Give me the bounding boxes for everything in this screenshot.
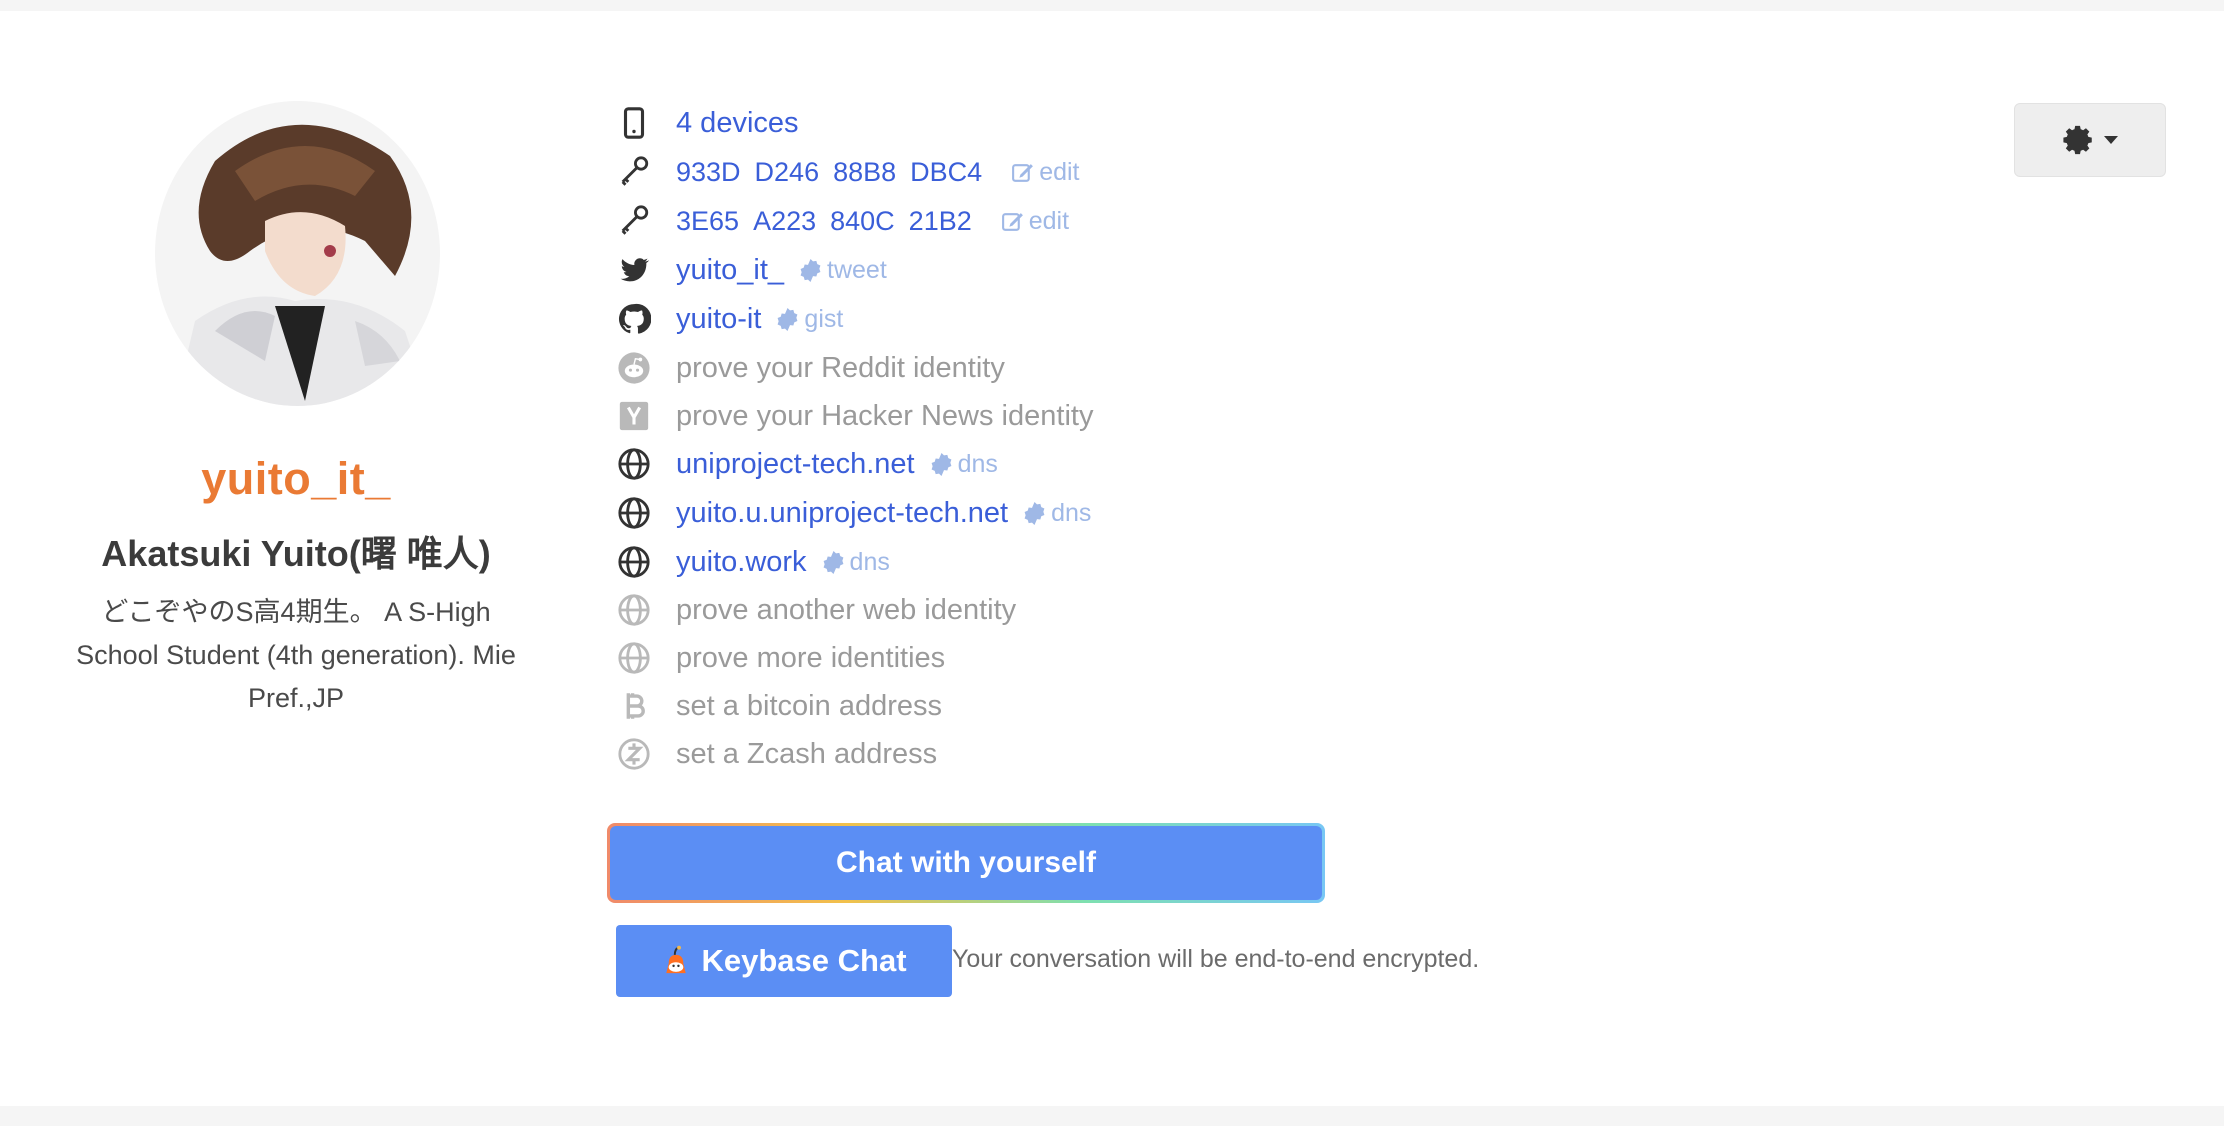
key-segment[interactable]: DBC4: [910, 157, 982, 188]
phone-icon: [614, 103, 654, 143]
dns-proof-link[interactable]: dns: [1022, 499, 1091, 528]
set-bitcoin-link[interactable]: set a bitcoin address: [676, 690, 942, 723]
chat-with-yourself-button[interactable]: Chat with yourself: [607, 823, 1325, 903]
proof-label: tweet: [827, 255, 887, 284]
dns-proof-link[interactable]: dns: [821, 548, 890, 577]
edit-icon: [1001, 212, 1023, 231]
keybase-chat-button[interactable]: Keybase Chat: [616, 925, 952, 997]
web-row: yuito.u.uniproject-tech.net dns: [614, 493, 1091, 533]
verified-badge-icon: [778, 307, 798, 331]
key-segment[interactable]: 21B2: [909, 206, 972, 237]
full-name: Akatsuki Yuito(曙 唯人): [101, 533, 491, 574]
reddit-row: prove your Reddit identity: [614, 348, 1005, 388]
twitter-row: yuito_it_ tweet: [614, 250, 887, 290]
github-handle-link[interactable]: yuito-it: [676, 303, 761, 336]
devices-row: 4 devices: [614, 103, 799, 143]
github-row: yuito-it gist: [614, 299, 843, 339]
hackernews-icon: [614, 396, 654, 436]
globe-icon: [614, 638, 654, 678]
zcash-row: set a Zcash address: [614, 734, 937, 774]
zcash-icon: [614, 734, 654, 774]
twitter-icon: [614, 250, 654, 290]
key-segment[interactable]: A223: [753, 206, 816, 237]
avatar: [155, 101, 440, 406]
proof-label: dns: [849, 547, 890, 576]
settings-dropdown-button[interactable]: [2014, 103, 2166, 177]
reddit-icon: [614, 348, 654, 388]
proof-label: dns: [957, 449, 998, 478]
web-domain-link[interactable]: yuito.u.uniproject-tech.net: [676, 497, 1008, 530]
proof-label: dns: [1051, 498, 1092, 527]
tweet-proof-link[interactable]: tweet: [798, 256, 887, 285]
keybase-logo-icon: [666, 945, 687, 974]
chevron-down-icon: [2104, 136, 2118, 144]
encryption-note: Your conversation will be end-to-end enc…: [952, 945, 1480, 973]
github-icon: [614, 299, 654, 339]
twitter-handle-link[interactable]: yuito_it_: [676, 254, 784, 287]
bitcoin-row: set a bitcoin address: [614, 686, 942, 726]
gear-icon: [2063, 125, 2092, 155]
prove-more-link[interactable]: prove more identities: [676, 642, 945, 675]
prove-reddit-link[interactable]: prove your Reddit identity: [676, 352, 1005, 385]
key-segment[interactable]: 3E65: [676, 206, 739, 237]
another-web-row: prove another web identity: [614, 590, 1016, 630]
key-segment[interactable]: 933D: [676, 157, 741, 188]
web-domain-link[interactable]: yuito.work: [676, 546, 807, 579]
hackernews-row: prove your Hacker News identity: [614, 396, 1093, 436]
key-icon: [614, 152, 654, 192]
web-row: yuito.work dns: [614, 542, 890, 582]
pgp-key-row: 933D D246 88B8 DBC4 edit: [614, 152, 1080, 192]
prove-hackernews-link[interactable]: prove your Hacker News identity: [676, 400, 1093, 433]
chat-with-yourself-label: Chat with yourself: [610, 826, 1322, 900]
bitcoin-icon: [614, 686, 654, 726]
keybase-chat-label: Keybase Chat: [701, 943, 907, 978]
edit-key-button[interactable]: edit: [1010, 157, 1080, 187]
verified-badge-icon: [800, 258, 821, 282]
verified-badge-icon: [1024, 501, 1045, 525]
edit-icon: [1012, 163, 1034, 182]
gist-proof-link[interactable]: gist: [775, 305, 843, 334]
web-domain-link[interactable]: uniproject-tech.net: [676, 448, 915, 481]
verified-badge-icon: [931, 452, 951, 476]
globe-icon: [614, 444, 654, 484]
key-segment[interactable]: D246: [755, 157, 820, 188]
key-segment[interactable]: 840C: [830, 206, 895, 237]
globe-icon: [614, 493, 654, 533]
more-identities-row: prove more identities: [614, 638, 945, 678]
web-row: uniproject-tech.net dns: [614, 444, 998, 484]
globe-icon: [614, 590, 654, 630]
prove-another-web-link[interactable]: prove another web identity: [676, 594, 1016, 627]
profile-card: yuito_it_ Akatsuki Yuito(曙 唯人) どこぞやのS高4期…: [0, 11, 2224, 1106]
devices-link[interactable]: 4 devices: [676, 107, 799, 140]
edit-key-button[interactable]: edit: [1000, 207, 1069, 236]
edit-label: edit: [1028, 206, 1070, 235]
key-segment[interactable]: 88B8: [833, 157, 896, 188]
proof-label: gist: [804, 304, 844, 333]
pgp-key-row: 3E65 A223 840C 21B2 edit: [614, 201, 1069, 241]
globe-icon: [614, 542, 654, 582]
set-zcash-link[interactable]: set a Zcash address: [676, 738, 937, 771]
key-icon: [614, 201, 654, 241]
bio: どこぞやのS高4期生。 A S-High School Student (4th…: [76, 597, 516, 713]
dns-proof-link[interactable]: dns: [929, 450, 998, 479]
username: yuito_it_: [201, 453, 391, 504]
verified-badge-icon: [823, 550, 843, 574]
edit-label: edit: [1039, 157, 1080, 186]
